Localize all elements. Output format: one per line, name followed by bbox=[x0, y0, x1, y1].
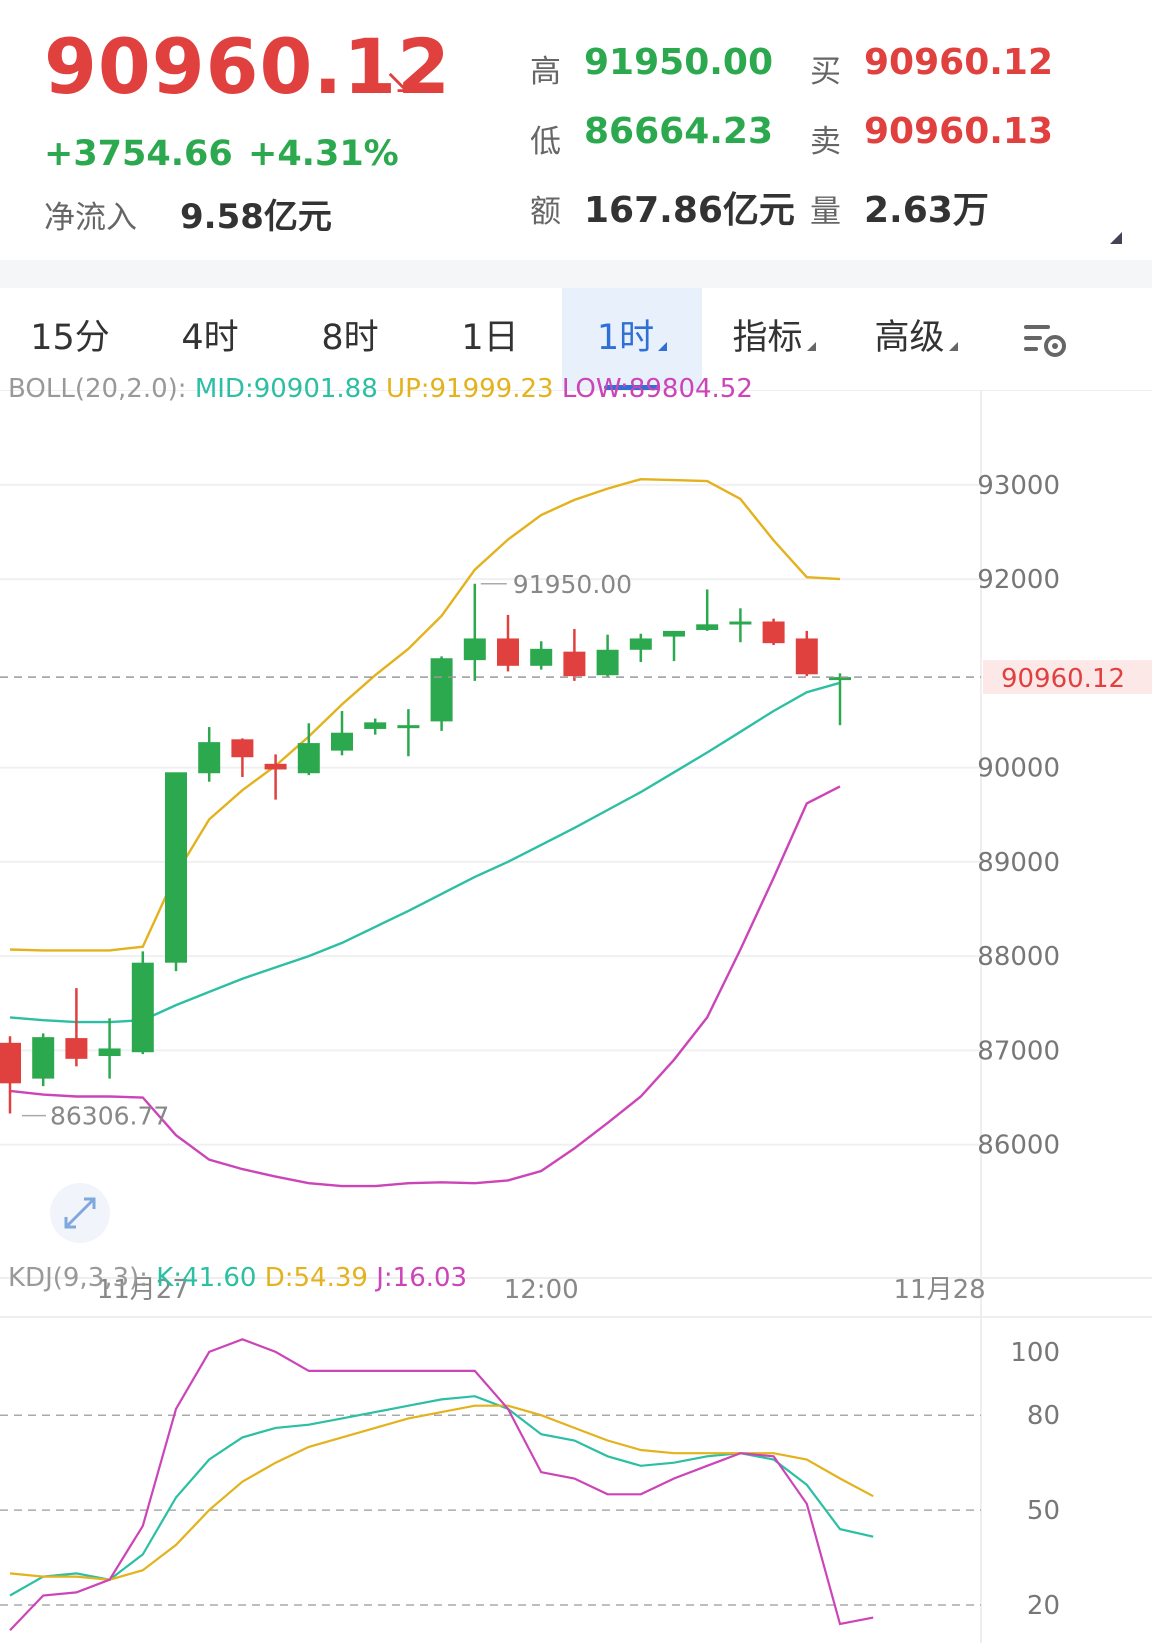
fullscreen-button[interactable] bbox=[50, 1183, 110, 1243]
candle-body bbox=[297, 743, 320, 774]
low-value: 86664.23 bbox=[584, 111, 774, 152]
y-tick-label: 87000 bbox=[977, 1036, 1060, 1066]
kdj-y-tick-label: 100 bbox=[1010, 1338, 1060, 1368]
section-divider bbox=[0, 260, 1152, 288]
tab-label: 8时 bbox=[321, 318, 379, 358]
candle-body bbox=[131, 962, 154, 1053]
kdj-legend: KDJ(9,3,3): K:41.60 D:54.39 J:16.03 bbox=[8, 1263, 467, 1293]
candle-body bbox=[530, 648, 553, 666]
tab-label: 指标 bbox=[732, 318, 803, 358]
boll-up-value: UP:91999.23 bbox=[386, 374, 554, 404]
tab-label: 4时 bbox=[181, 318, 239, 358]
kdj-D-line bbox=[9, 1404, 874, 1581]
kdj-legend-prefix: KDJ(9,3,3): bbox=[8, 1263, 148, 1293]
chart-settings-button[interactable] bbox=[996, 288, 1096, 390]
candle-body bbox=[397, 725, 420, 729]
price-change-percent: +4.31% bbox=[248, 134, 399, 174]
x-tick-label: 11月28 bbox=[894, 1275, 986, 1305]
candle-body bbox=[762, 621, 785, 644]
low-label: 低 bbox=[530, 124, 561, 160]
dropdown-triangle-icon bbox=[806, 342, 816, 351]
boll-legend: BOLL(20,2.0): MID:90901.88 UP:91999.23 L… bbox=[8, 374, 753, 404]
y-tick-label: 90000 bbox=[977, 754, 1060, 784]
net-inflow-label: 净流入 bbox=[44, 200, 137, 236]
boll-mid-value: MID:90901.88 bbox=[194, 374, 378, 404]
candle-body bbox=[696, 624, 719, 630]
candle-body bbox=[331, 732, 353, 751]
kdj-k-value: K:41.60 bbox=[156, 1263, 257, 1293]
volume-value: 2.63万 bbox=[864, 190, 989, 231]
kdj-y-tick-label: 20 bbox=[1027, 1591, 1060, 1621]
min-price-label: 86306.77 bbox=[50, 1102, 169, 1131]
tab-label: 1时 bbox=[596, 318, 655, 358]
y-tick-label: 88000 bbox=[977, 942, 1060, 972]
candle-body bbox=[98, 1048, 121, 1056]
candle-body bbox=[165, 772, 187, 963]
kdj-K-line bbox=[9, 1395, 874, 1597]
tab-advanced[interactable]: 高级 bbox=[846, 288, 986, 390]
boll-legend-prefix: BOLL(20,2.0): bbox=[8, 374, 187, 404]
candle-body bbox=[231, 739, 254, 758]
y-tick-label: 86000 bbox=[977, 1131, 1060, 1161]
dropdown-triangle-icon bbox=[658, 342, 668, 351]
tab-label: 高级 bbox=[874, 318, 945, 358]
price-down-arrow-icon: ↘ bbox=[384, 62, 413, 102]
x-tick-label: 12:00 bbox=[504, 1275, 579, 1305]
expand-corner-icon[interactable] bbox=[1110, 232, 1122, 244]
tab-label: 1日 bbox=[461, 318, 519, 358]
y-tick-label: 93000 bbox=[977, 471, 1060, 501]
candle-body bbox=[0, 1042, 21, 1084]
dropdown-triangle-icon bbox=[948, 342, 958, 351]
tab-label: 15分 bbox=[30, 318, 110, 358]
amount-label: 额 bbox=[530, 194, 561, 230]
ask-label: 卖 bbox=[810, 124, 841, 160]
y-tick-label: 89000 bbox=[977, 848, 1060, 878]
amount-value: 167.86亿元 bbox=[584, 190, 795, 231]
chart-area[interactable]: 93000 92000 90000 89000 88000 87000 86000 9096… bbox=[0, 374, 1152, 1643]
volume-label: 量 bbox=[810, 194, 841, 230]
high-label: 高 bbox=[530, 54, 561, 90]
chart-settings-icon bbox=[1024, 325, 1066, 357]
kdj-y-tick-label: 50 bbox=[1027, 1496, 1060, 1526]
candle-body bbox=[32, 1037, 55, 1079]
kline-chart[interactable]: 93000 92000 90000 89000 88000 87000 86000 9096… bbox=[0, 390, 1152, 1643]
bid-label: 买 bbox=[810, 54, 841, 90]
max-price-label: 91950.00 bbox=[513, 570, 632, 599]
high-value: 91950.00 bbox=[584, 42, 774, 83]
kdj-j-value: J:16.03 bbox=[376, 1263, 468, 1293]
kdj-d-value: D:54.39 bbox=[264, 1263, 368, 1293]
candle-body bbox=[65, 1038, 88, 1059]
candle-body bbox=[596, 649, 619, 676]
net-inflow-value: 9.58亿元 bbox=[180, 197, 332, 237]
y-tick-label: 92000 bbox=[977, 565, 1060, 595]
bid-value: 90960.12 bbox=[864, 42, 1054, 83]
candle-body bbox=[264, 763, 287, 770]
candle-body bbox=[198, 742, 221, 774]
quote-header: 90960.12 ↘ +3754.66 +4.31% 净流入 9.58亿元 高 … bbox=[0, 0, 1152, 260]
boll-low-value: LOW:89804.52 bbox=[561, 374, 753, 404]
candle-body bbox=[629, 638, 652, 650]
boll-up-line bbox=[9, 477, 841, 952]
current-price-label: 90960.12 bbox=[1001, 664, 1125, 694]
candle-body bbox=[497, 638, 519, 666]
candle-body bbox=[364, 722, 387, 729]
price-change: +3754.66 bbox=[44, 134, 233, 174]
candle-body bbox=[563, 651, 586, 677]
kdj-J-line bbox=[9, 1338, 874, 1632]
candle-body bbox=[795, 638, 818, 675]
candle-body bbox=[463, 638, 486, 661]
candle-body bbox=[663, 630, 685, 637]
kdj-y-tick-label: 80 bbox=[1027, 1401, 1060, 1431]
candle-body bbox=[430, 658, 453, 722]
candle-body bbox=[729, 621, 752, 625]
ask-value: 90960.13 bbox=[864, 111, 1054, 152]
